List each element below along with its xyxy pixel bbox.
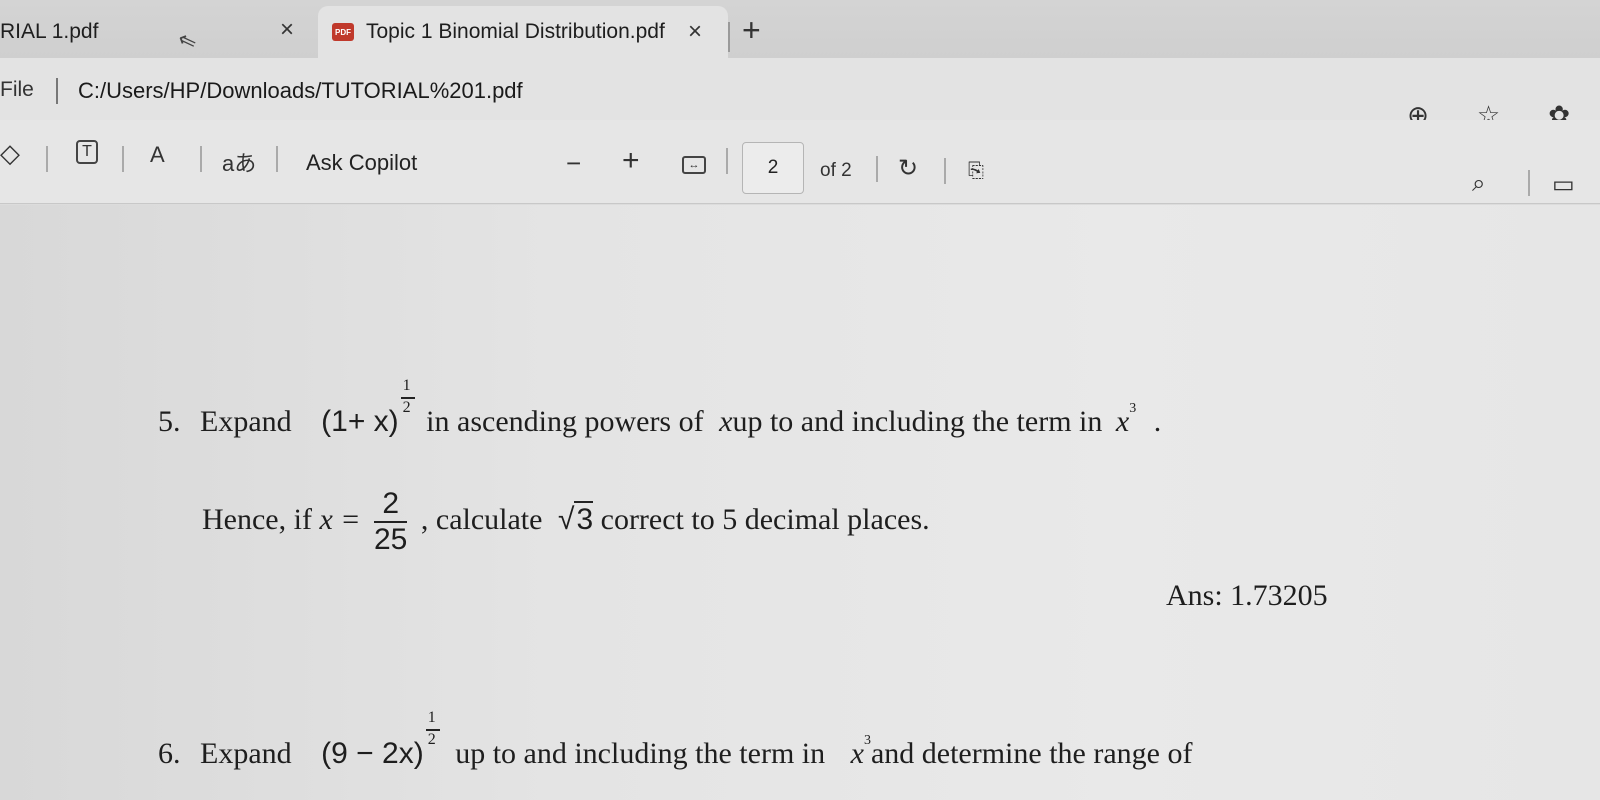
question-text: Expand	[200, 737, 292, 770]
zoom-out-button[interactable]: −	[566, 148, 581, 179]
file-scheme-label[interactable]: File	[0, 78, 34, 102]
url-field[interactable]: C:/Users/HP/Downloads/TUTORIAL%201.pdf	[78, 78, 523, 104]
toolbar-divider	[122, 146, 124, 172]
question-text: and determine the range of	[870, 737, 1193, 770]
pdf-toolbar: ◇ T A aあ Ask Copilot − + ↔ 2 of 2 ↻ ⎘ ⌕ …	[0, 120, 1600, 204]
exponent: 3	[863, 733, 871, 748]
page-number-input[interactable]: 2	[742, 142, 804, 194]
toolbar-divider	[1528, 170, 1530, 196]
radical-sign: √	[557, 502, 575, 536]
math-variable: x	[719, 405, 733, 438]
address-bar: File C:/Users/HP/Downloads/TUTORIAL%201.…	[0, 58, 1600, 130]
exponent-denominator: 2	[427, 731, 436, 748]
translate-icon[interactable]: aあ	[222, 146, 256, 178]
rotate-icon[interactable]: ↻	[898, 154, 918, 183]
exponent-numerator: 1	[427, 709, 436, 726]
new-tab-button[interactable]: +	[742, 14, 761, 46]
close-tab-icon[interactable]: ×	[688, 18, 702, 46]
toolbar-divider	[944, 158, 946, 184]
tab-binomial[interactable]: PDF Topic 1 Binomial Distribution.pdf ×	[318, 6, 728, 58]
close-tab-icon[interactable]: ×	[280, 16, 294, 44]
math-expression: (1+ x)	[321, 405, 399, 438]
fraction-exponent: 12	[424, 709, 444, 767]
search-icon[interactable]: ⌕	[1472, 170, 1485, 198]
math-expression: (9 − 2x)	[321, 737, 424, 770]
question-6-line-1: 6. Expand (9 − 2x) 1 2 up to and including…	[158, 709, 1193, 771]
question-text: Hence, if	[202, 502, 312, 536]
tab-title: Topic 1 Binomial Distribution.pdf	[366, 20, 665, 43]
question-number: 5.	[158, 405, 181, 438]
exponent-denominator: 2	[402, 399, 411, 416]
tab-divider	[728, 22, 730, 52]
exponent-numerator: 1	[402, 377, 411, 394]
page-view-icon[interactable]: ⎘	[968, 160, 984, 183]
toolbar-divider	[876, 156, 878, 182]
math-variable: x	[1115, 405, 1130, 438]
toolbar-divider	[46, 146, 48, 172]
fit-width-icon[interactable]: ↔	[682, 156, 706, 174]
address-divider	[56, 78, 58, 104]
square-root: √3	[557, 500, 594, 537]
question-text: up to and including the term in	[455, 737, 826, 770]
question-number: 6.	[158, 737, 181, 770]
tab-title: RIAL 1.pdf	[0, 20, 99, 43]
read-aloud-icon[interactable]: A	[150, 142, 165, 168]
page-count: of 2	[820, 160, 852, 181]
mouse-cursor-icon: ⇖	[174, 25, 200, 56]
zoom-in-button[interactable]: +	[622, 144, 640, 178]
tab-strip: RIAL 1.pdf ⇖ × PDF Topic 1 Binomial Dist…	[0, 0, 1600, 58]
fraction-numerator: 2	[374, 487, 408, 523]
toolbar-divider	[276, 146, 278, 172]
draw-icon[interactable]: ◇	[0, 138, 20, 169]
fraction-denominator: 25	[374, 523, 408, 556]
question-text: correct to 5 decimal places.	[600, 502, 930, 536]
answer-q5: Ans: 1.73205	[1166, 579, 1328, 612]
pdf-icon: PDF	[332, 23, 354, 41]
fraction-exponent: 12	[399, 377, 419, 435]
question-text: , calculate	[420, 502, 543, 536]
save-icon[interactable]: ▭	[1552, 170, 1575, 199]
text-box-icon[interactable]: T	[76, 140, 98, 164]
toolbar-divider	[726, 148, 728, 174]
ask-copilot-button[interactable]: Ask Copilot	[306, 150, 417, 176]
question-text: up to and including the term in	[732, 405, 1103, 438]
pdf-page: 5. Expand (1+ x) 1 2 in ascending powers o…	[0, 205, 1600, 800]
math-variable: x	[850, 737, 864, 770]
question-text: Expand	[200, 405, 292, 438]
question-5-line-1: 5. Expand (1+ x) 1 2 in ascending powers o…	[158, 377, 1162, 439]
question-text: .	[1153, 405, 1162, 438]
toolbar-divider	[200, 146, 202, 172]
radicand: 3	[574, 500, 594, 536]
exponent: 3	[1129, 401, 1137, 416]
question-text: in ascending powers of	[426, 405, 704, 438]
fraction: 2 25	[374, 487, 408, 557]
question-5-line-2: Hence, if x = 2 25 , calculate √3 correct…	[202, 487, 930, 557]
math-variable: x =	[319, 502, 361, 536]
tab-tutorial[interactable]: RIAL 1.pdf ⇖ ×	[0, 6, 320, 58]
